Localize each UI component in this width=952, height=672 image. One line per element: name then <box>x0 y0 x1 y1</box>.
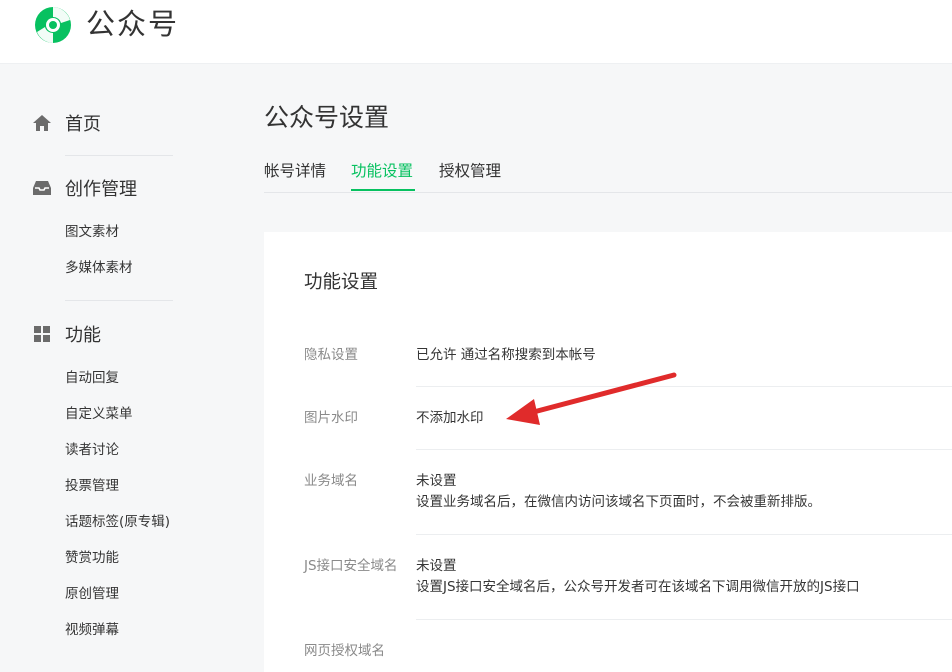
watermark-value: 不添加水印 <box>416 410 484 426</box>
privacy-value: 已允许 通过名称搜索到本帐号 <box>416 347 596 363</box>
business-domain-value: 未设置 <box>416 473 457 489</box>
row-divider <box>416 386 952 387</box>
home-icon <box>33 115 51 131</box>
js-domain-description: 设置JS接口安全域名后，公众号开发者可在该域名下调用微信开放的JS接口 <box>416 579 860 595</box>
business-domain-label: 业务域名 <box>304 473 358 489</box>
web-auth-domain-label: 网页授权域名 <box>304 643 385 659</box>
privacy-label: 隐私设置 <box>304 347 358 363</box>
sidebar-item-reward[interactable]: 赞赏功能 <box>65 548 119 568</box>
js-domain-value: 未设置 <box>416 558 457 574</box>
sidebar-item-label: 首页 <box>65 114 101 135</box>
tab-bar: 帐号详情 功能设置 授权管理 <box>264 150 952 193</box>
sidebar-item-image-text[interactable]: 图文素材 <box>65 222 119 242</box>
sidebar-section-creation[interactable]: 创作管理 <box>32 173 137 203</box>
sidebar-item-home[interactable]: 首页 <box>32 108 101 138</box>
sidebar-section-label: 创作管理 <box>65 179 137 200</box>
js-domain-label: JS接口安全域名 <box>304 558 398 574</box>
tab-authorization[interactable]: 授权管理 <box>439 160 501 182</box>
page-title: 公众号设置 <box>264 103 390 132</box>
top-bar: 公众号 <box>0 0 952 64</box>
row-divider <box>416 449 952 450</box>
row-divider <box>416 619 952 620</box>
sidebar-item-vote-management[interactable]: 投票管理 <box>65 476 119 496</box>
sidebar-item-original[interactable]: 原创管理 <box>65 584 119 604</box>
tab-account-details[interactable]: 帐号详情 <box>264 160 326 182</box>
sidebar-divider <box>65 155 173 156</box>
sidebar-section-features[interactable]: 功能 <box>32 319 101 349</box>
wechat-official-logo-icon[interactable] <box>32 4 74 46</box>
sidebar-section-label: 功能 <box>65 325 101 346</box>
row-divider <box>416 534 952 535</box>
card-title: 功能设置 <box>304 272 379 293</box>
business-domain-description: 设置业务域名后，在微信内访问该域名下页面时，不会被重新排版。 <box>416 494 821 510</box>
sidebar-item-auto-reply[interactable]: 自动回复 <box>65 368 119 388</box>
active-tab-indicator <box>351 189 415 191</box>
annotation-arrow-icon <box>506 372 677 425</box>
grid-icon <box>34 326 50 342</box>
watermark-label: 图片水印 <box>304 410 358 426</box>
inbox-icon <box>33 181 51 195</box>
sidebar-item-topic-tags[interactable]: 话题标签(原专辑) <box>65 512 170 532</box>
sidebar-item-multimedia[interactable]: 多媒体素材 <box>65 258 133 278</box>
sidebar-item-custom-menu[interactable]: 自定义菜单 <box>65 404 133 424</box>
brand-title[interactable]: 公众号 <box>86 6 179 42</box>
settings-card: 功能设置 隐私设置 已允许 通过名称搜索到本帐号 图片水印 不添加水印 业务域名… <box>264 232 952 672</box>
sidebar-divider <box>65 300 173 301</box>
tab-feature-settings[interactable]: 功能设置 <box>351 160 413 182</box>
sidebar <box>0 64 220 662</box>
sidebar-item-reader-discussion[interactable]: 读者讨论 <box>65 440 119 460</box>
sidebar-item-video-danmaku[interactable]: 视频弹幕 <box>65 620 119 640</box>
